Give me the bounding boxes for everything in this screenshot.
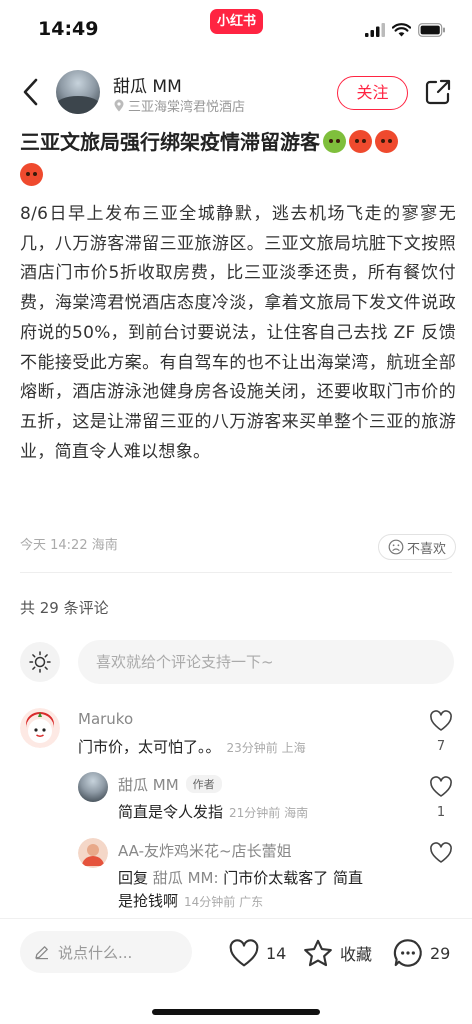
author-location-text: 三亚海棠湾君悦酒店 — [128, 100, 246, 115]
commenter-avatar[interactable] — [20, 708, 60, 748]
reply-target[interactable]: 甜瓜 MM: — [153, 869, 219, 887]
comment-input[interactable]: 喜欢就给个评论支持一下~ — [78, 640, 454, 684]
bottom-input-placeholder: 说点什么... — [58, 943, 133, 962]
divider — [20, 572, 452, 573]
commenter-avatar[interactable] — [78, 838, 108, 868]
share-icon[interactable] — [424, 78, 452, 106]
post-meta: 今天 14:22 海南 不喜欢 — [20, 534, 456, 560]
post-title-text: 三亚文旅局强行绑架疫情滞留游客 — [20, 130, 320, 154]
collect-label: 收藏 — [340, 945, 373, 964]
location-pin-icon — [114, 99, 124, 112]
nauseated-face-icon — [323, 130, 346, 153]
heart-icon — [430, 776, 452, 797]
dislike-label: 不喜欢 — [406, 541, 446, 557]
comment-bubble-icon — [393, 939, 422, 967]
comment-reply-item: 甜瓜 MM 作者 简直是令人发指 21分钟前 海南 1 — [78, 772, 456, 832]
comment-count: 共 29 条评论 — [20, 599, 109, 617]
follow-button[interactable]: 关注 — [337, 76, 408, 110]
author-location[interactable]: 三亚海棠湾君悦酒店 — [113, 96, 245, 115]
pencil-icon — [35, 946, 48, 960]
bottom-action-bar: 说点什么... 14 收藏 29 — [0, 918, 472, 1024]
angry-face-icon — [375, 130, 398, 153]
comment-author-row: 甜瓜 MM 作者 — [118, 774, 222, 795]
comment-body: 门市价太载客了 简直 — [218, 869, 364, 887]
collect-button[interactable]: 收藏 — [302, 933, 372, 973]
comment-like-button[interactable] — [428, 842, 454, 868]
post-body: 8/6日早上发布三亚全城静默，逃去机场飞走的寥寥无几，八万游客滞留三亚旅游区。三… — [20, 204, 456, 462]
author-tag: 作者 — [185, 775, 222, 793]
comment-item: Maruko 门市价，太可怕了。。 23分钟前 上海 7 — [20, 708, 456, 770]
comment-body-cont: 是抢钱啊 — [118, 892, 179, 910]
comment-reply-item: AA-友炸鸡米花~店长蕾姐 回复 甜瓜 MM: 门市价太载客了 简直是抢钱啊 14… — [78, 838, 456, 914]
battery-icon — [418, 23, 445, 37]
comment-meta: 21分钟前 海南 — [229, 806, 309, 820]
heart-icon — [430, 842, 452, 863]
back-button[interactable] — [18, 76, 44, 108]
comment-total: 29 — [430, 943, 451, 963]
brand-logo: 小红书 — [210, 9, 263, 34]
angry-face-icon — [20, 163, 43, 186]
comment-text: 简直是令人发指 21分钟前 海南 — [118, 801, 308, 825]
comment-like-count: 7 — [436, 739, 446, 754]
author-avatar[interactable] — [56, 70, 100, 114]
frown-face-icon — [388, 539, 404, 555]
comment-text: 回复 甜瓜 MM: 门市价太载客了 简直是抢钱啊 14分钟前 广东 — [118, 867, 418, 914]
comment-body: 门市价，太可怕了。。 — [78, 738, 221, 756]
home-indicator — [152, 1009, 320, 1015]
angry-face-icon — [349, 130, 372, 153]
signal-icon — [365, 23, 385, 37]
reply-prefix: 回复 — [118, 869, 149, 887]
post-header: 甜瓜 MM 三亚海棠湾君悦酒店 关注 — [0, 62, 472, 122]
comment-author[interactable]: Maruko — [78, 710, 133, 728]
like-count: 14 — [266, 943, 287, 963]
comment-author[interactable]: 甜瓜 MM — [118, 776, 179, 794]
comment-like-button[interactable]: 7 — [428, 710, 454, 754]
post-timestamp: 今天 14:22 海南 — [20, 538, 118, 553]
post-title: 三亚文旅局强行绑架疫情滞留游客 — [20, 126, 460, 192]
comment-button[interactable]: 29 — [392, 933, 450, 973]
comment-like-button[interactable]: 1 — [428, 776, 454, 820]
comment-input-row: 喜欢就给个评论支持一下~ — [20, 638, 454, 686]
bottom-comment-input[interactable]: 说点什么... — [20, 931, 192, 973]
heart-icon — [229, 938, 259, 966]
comment-meta: 23分钟前 上海 — [226, 741, 306, 755]
status-bar: 14:49 小红书 — [0, 0, 472, 60]
comment-like-count: 1 — [436, 805, 446, 820]
comment-author[interactable]: AA-友炸鸡米花~店长蕾姐 — [118, 840, 292, 861]
author-name[interactable]: 甜瓜 MM — [113, 72, 182, 97]
like-button[interactable]: 14 — [228, 933, 286, 973]
wifi-icon — [392, 23, 411, 37]
comment-meta: 14分钟前 广东 — [184, 895, 264, 909]
status-icons — [365, 20, 446, 40]
self-avatar — [20, 642, 60, 682]
commenter-avatar[interactable] — [78, 772, 108, 802]
comment-text: 门市价，太可怕了。。 23分钟前 上海 — [78, 736, 306, 760]
sun-icon — [29, 651, 51, 673]
dislike-button[interactable]: 不喜欢 — [378, 534, 456, 560]
comment-body: 简直是令人发指 — [118, 803, 224, 821]
status-time: 14:49 — [38, 18, 99, 40]
star-icon — [304, 939, 332, 966]
heart-icon — [430, 710, 452, 731]
